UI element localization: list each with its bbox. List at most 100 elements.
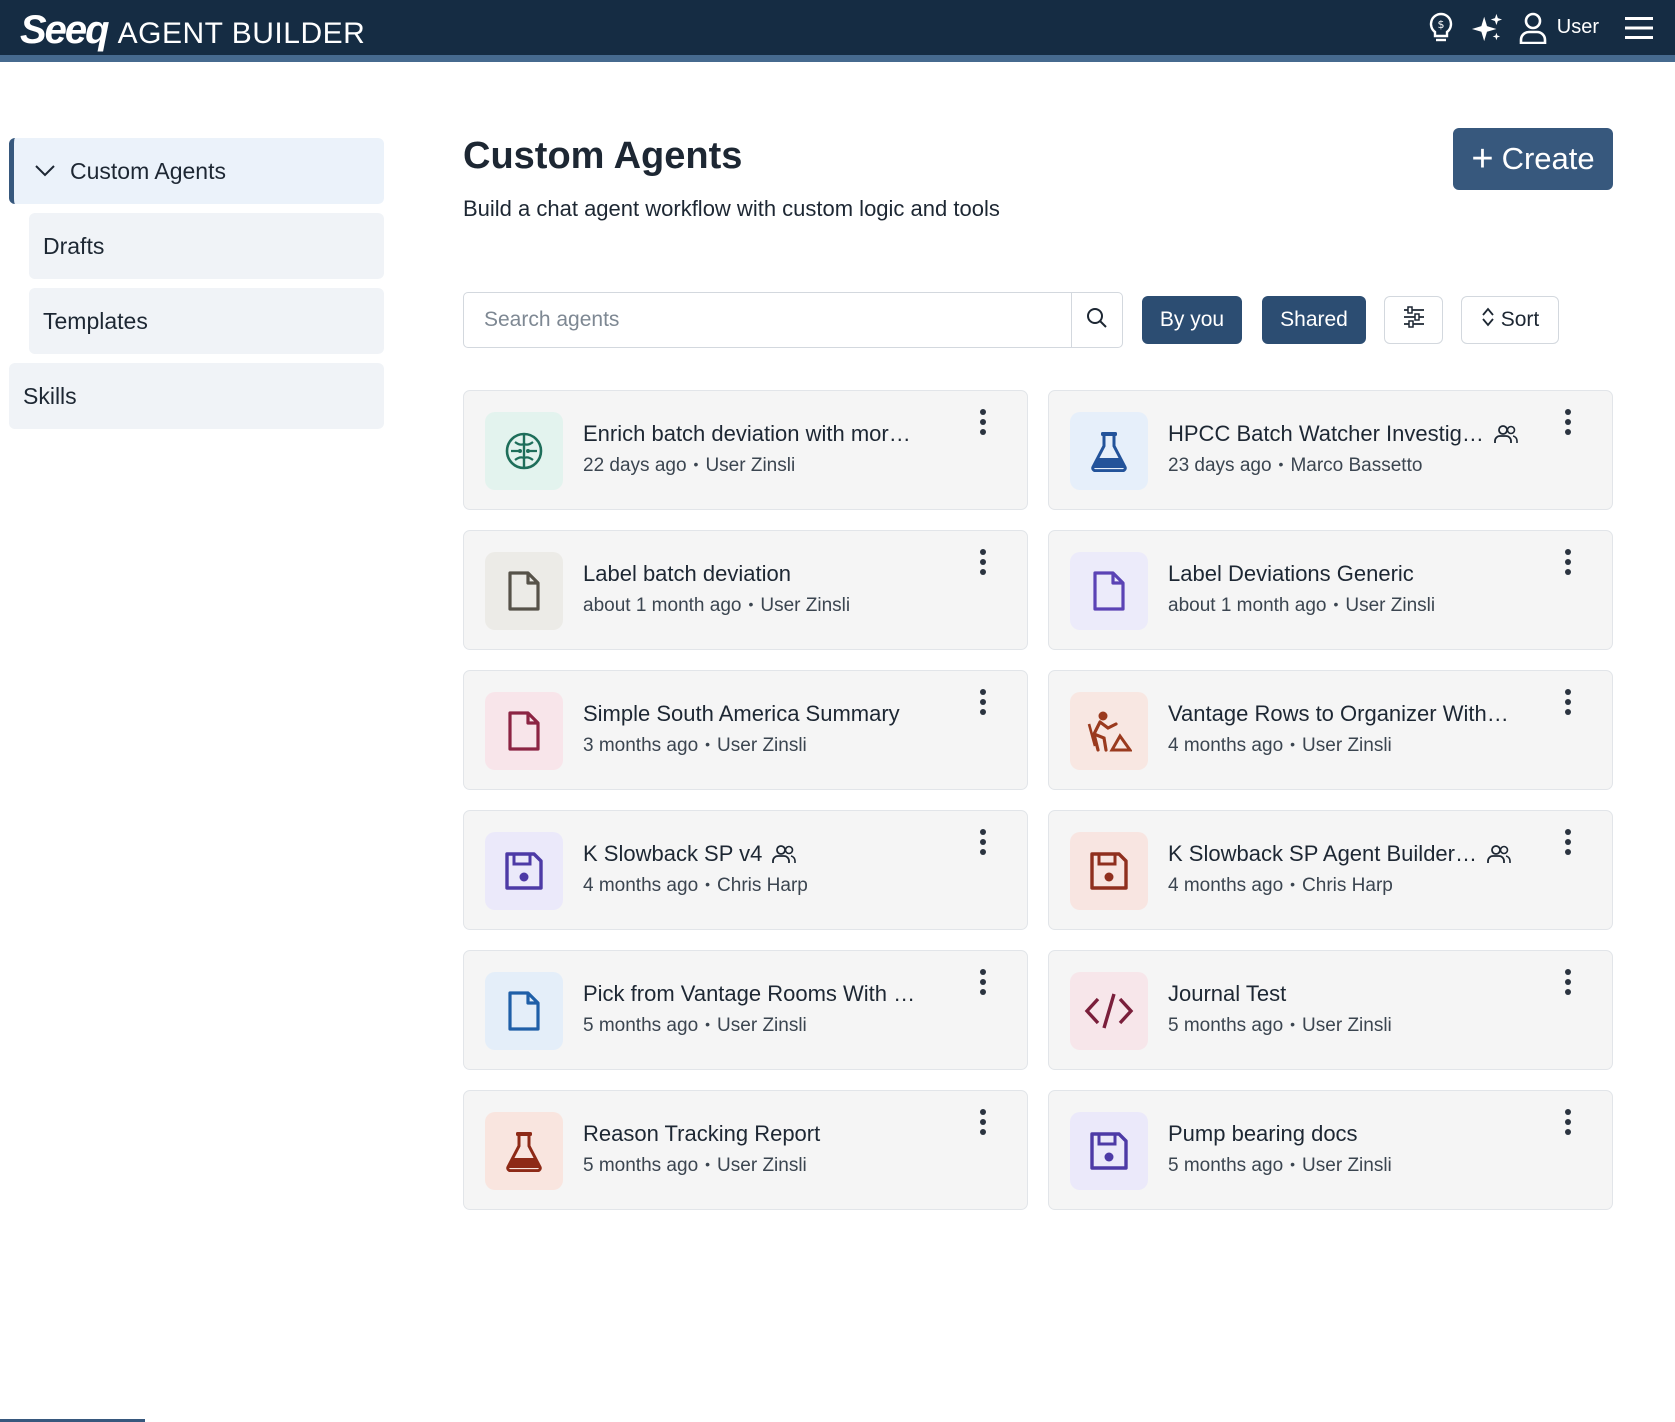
sidebar-item-label: Templates [43, 307, 148, 334]
separator-dot: • [705, 736, 711, 752]
agent-title[interactable]: Pump bearing docs [1168, 1121, 1358, 1147]
create-button-label: Create [1501, 141, 1595, 176]
agent-age: about 1 month ago [583, 595, 742, 616]
agent-title[interactable]: Reason Tracking Report [583, 1121, 820, 1147]
floppy-disk-icon [1089, 851, 1129, 891]
plus-icon: + [1471, 138, 1494, 180]
search-button[interactable] [1071, 293, 1122, 347]
separator-dot: • [1290, 1156, 1296, 1172]
create-button[interactable]: + Create [1453, 128, 1613, 190]
agent-title-row: Pump bearing docs [1168, 1121, 1358, 1147]
sidebar-item-label: Custom Agents [70, 157, 226, 184]
app-title: AGENT BUILDER [117, 17, 366, 50]
sparkles-icon[interactable] [1471, 12, 1503, 44]
agent-card[interactable]: Simple South America Summary 3 months ag… [463, 670, 1028, 790]
more-options-icon[interactable] [1562, 407, 1574, 437]
agent-age: 4 months ago [583, 875, 699, 896]
search-input[interactable] [464, 293, 1071, 347]
chevron-down-icon[interactable] [34, 164, 56, 178]
person-digging-icon [1086, 710, 1132, 752]
more-options-icon[interactable] [1562, 1107, 1574, 1137]
sidebar-item-custom-agents[interactable]: Custom Agents [9, 138, 384, 204]
agent-card[interactable]: Vantage Rows to Organizer With… 4 months… [1048, 670, 1613, 790]
agent-meta: 22 days ago • User Zinsli [583, 455, 795, 477]
sidebar-item-skills[interactable]: Skills [9, 363, 384, 429]
sidebar-item-drafts[interactable]: Drafts [29, 213, 384, 279]
sidebar-item-templates[interactable]: Templates [29, 288, 384, 354]
agent-icon-tile [1070, 552, 1148, 630]
agent-author: User Zinsli [717, 1015, 807, 1036]
agent-card[interactable]: Pump bearing docs 5 months ago • User Zins… [1048, 1090, 1613, 1210]
agent-title[interactable]: HPCC Batch Watcher Investig… [1168, 421, 1484, 447]
agent-card[interactable]: Pick from Vantage Rooms With … 5 months … [463, 950, 1028, 1070]
user-icon[interactable] [1517, 12, 1549, 44]
agent-title[interactable]: Journal Test [1168, 981, 1286, 1007]
more-options-icon[interactable] [977, 687, 989, 717]
hamburger-menu-icon[interactable] [1623, 12, 1655, 44]
agent-card[interactable]: K Slowback SP v4 4 months ago • Chris Harp [463, 810, 1028, 930]
file-icon [1092, 570, 1126, 612]
agent-title[interactable]: K Slowback SP v4 [583, 841, 762, 867]
user-name-label[interactable]: User [1557, 16, 1599, 39]
agent-title[interactable]: Simple South America Summary [583, 701, 900, 727]
sidebar-item-label: Drafts [43, 232, 105, 259]
agent-card[interactable]: Enrich batch deviation with mor… 22 days… [463, 390, 1028, 510]
agent-icon-tile [1070, 1112, 1148, 1190]
agent-icon-tile [485, 412, 563, 490]
separator-dot: • [1278, 456, 1284, 472]
more-options-icon[interactable] [977, 547, 989, 577]
agent-icon-tile [1070, 412, 1148, 490]
agent-author: User Zinsli [705, 455, 796, 476]
agent-title[interactable]: Label Deviations Generic [1168, 561, 1414, 587]
agent-author: User Zinsli [1302, 1015, 1392, 1036]
more-options-icon[interactable] [1562, 547, 1574, 577]
filter-by-you-button[interactable]: By you [1142, 296, 1242, 344]
flask-icon [504, 1130, 544, 1172]
agent-author: User Zinsli [1345, 595, 1436, 616]
agent-card[interactable]: Label Deviations Generic about 1 month a… [1048, 530, 1613, 650]
agent-title[interactable]: Label batch deviation [583, 561, 791, 587]
lightbulb-dollar-icon[interactable]: $ [1425, 12, 1457, 44]
agent-icon-tile [485, 1112, 563, 1190]
agent-title-row: K Slowback SP Agent Builder… [1168, 841, 1511, 867]
shared-users-icon [772, 844, 797, 864]
agent-card[interactable]: K Slowback SP Agent Builder… 4 months ag… [1048, 810, 1613, 930]
agent-meta: 23 days ago • Marco Bassetto [1168, 455, 1422, 477]
agent-age: 22 days ago [583, 455, 687, 476]
agent-meta: 3 months ago • User Zinsli [583, 735, 807, 757]
sidebar-item-label: Skills [23, 382, 77, 409]
agent-meta: 4 months ago • User Zinsli [1168, 735, 1392, 757]
agent-meta: 5 months ago • User Zinsli [583, 1015, 807, 1037]
sort-icon [1481, 307, 1495, 333]
agent-card[interactable]: Label batch deviation about 1 month ago •… [463, 530, 1028, 650]
agent-age: 4 months ago [1168, 875, 1284, 896]
more-options-icon[interactable] [977, 827, 989, 857]
agent-title[interactable]: Vantage Rows to Organizer With… [1168, 701, 1509, 727]
more-options-icon[interactable] [1562, 827, 1574, 857]
sort-button[interactable]: Sort [1461, 296, 1559, 344]
more-options-icon[interactable] [977, 407, 989, 437]
agent-title[interactable]: Pick from Vantage Rooms With … [583, 981, 915, 1007]
agent-author: Marco Bassetto [1290, 455, 1423, 476]
agent-card[interactable]: Reason Tracking Report 5 months ago • User… [463, 1090, 1028, 1210]
agent-card[interactable]: Journal Test 5 months ago • User Zinsli [1048, 950, 1613, 1070]
filter-settings-button[interactable] [1384, 296, 1443, 344]
agent-card[interactable]: HPCC Batch Watcher Investig… 23 days ago… [1048, 390, 1613, 510]
agent-meta: about 1 month ago • User Zinsli [1168, 595, 1435, 617]
more-options-icon[interactable] [977, 1107, 989, 1137]
separator-dot: • [1290, 1016, 1296, 1032]
agent-title[interactable]: Enrich batch deviation with mor… [583, 421, 911, 447]
more-options-icon[interactable] [1562, 687, 1574, 717]
sort-button-label: Sort [1500, 308, 1540, 331]
separator-dot: • [1290, 876, 1296, 892]
more-options-icon[interactable] [977, 967, 989, 997]
app-brand[interactable]: Seeq AGENT BUILDER [20, 8, 365, 56]
file-icon [507, 570, 541, 612]
agent-author: Chris Harp [1302, 875, 1393, 896]
agent-icon-tile [485, 692, 563, 770]
more-options-icon[interactable] [1562, 967, 1574, 997]
filter-shared-button[interactable]: Shared [1262, 296, 1366, 344]
agent-title[interactable]: K Slowback SP Agent Builder… [1168, 841, 1477, 867]
agent-title-row: Vantage Rows to Organizer With… [1168, 701, 1509, 727]
agent-meta: 5 months ago • User Zinsli [583, 1155, 807, 1177]
